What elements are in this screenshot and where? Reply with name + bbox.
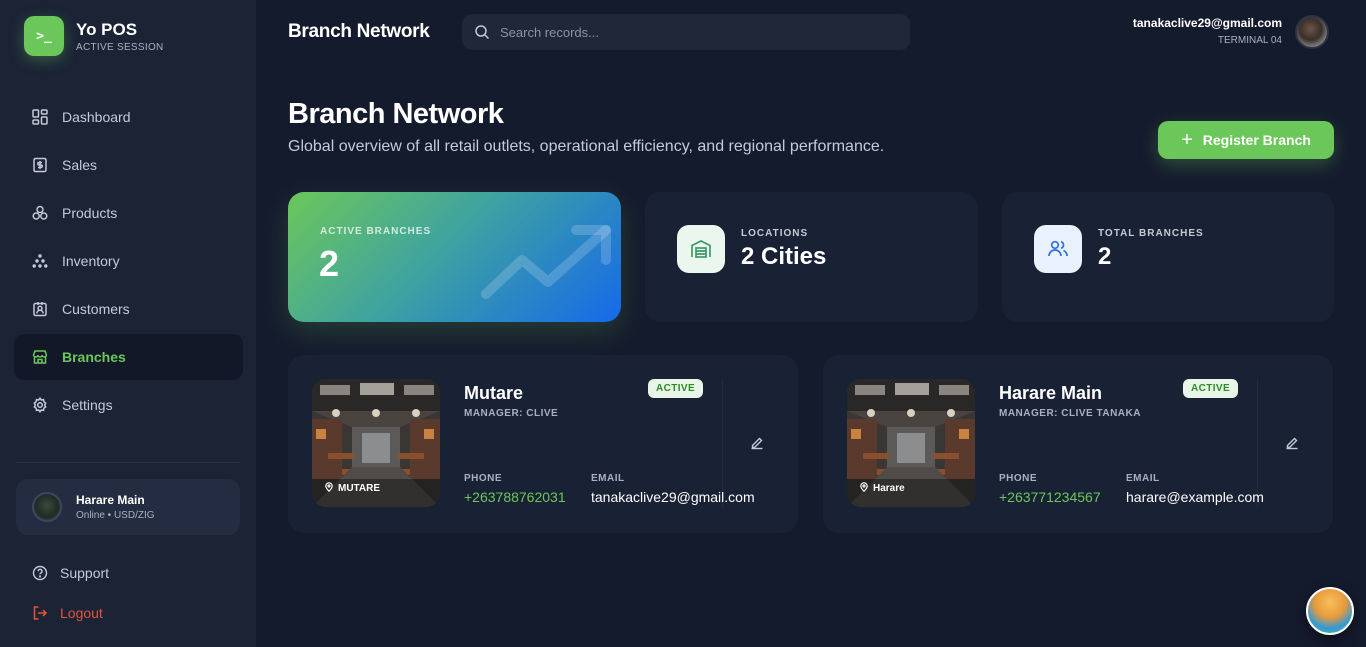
- branch-card-harare-main[interactable]: Harare Harare Main MANAGER: CLIVE TANAKA…: [823, 355, 1333, 533]
- sidebar-item-inventory[interactable]: Inventory: [14, 238, 243, 284]
- card-divider: [1257, 379, 1258, 507]
- sidebar-item-branches[interactable]: Branches: [14, 334, 243, 380]
- user-info[interactable]: tanakaclive29@gmail.com TERMINAL 04: [1133, 16, 1282, 46]
- phone-value[interactable]: +263788762031: [464, 489, 566, 505]
- register-branch-label: Register Branch: [1202, 132, 1311, 148]
- search-input[interactable]: [500, 24, 880, 40]
- header-title: Branch Network: [288, 21, 430, 42]
- register-branch-button[interactable]: + Register Branch: [1158, 121, 1334, 159]
- map-pin-icon: [859, 482, 869, 495]
- page-subtitle: Global overview of all retail outlets, o…: [288, 138, 885, 155]
- logout-label: Logout: [60, 605, 103, 621]
- active-branches-card: ACTIVE BRANCHES 2: [288, 192, 621, 322]
- cubes-icon: [31, 204, 49, 222]
- branch-manager: MANAGER: CLIVE: [464, 408, 559, 419]
- status-badge: ACTIVE: [648, 379, 704, 398]
- stat-value: 2 Cities: [741, 243, 827, 270]
- photo-location-tag: MUTARE: [324, 482, 380, 495]
- email-label: EMAIL: [591, 473, 625, 484]
- edit-icon[interactable]: [749, 435, 765, 451]
- user-email: tanakaclive29@gmail.com: [1132, 16, 1282, 30]
- total-branches-card: TOTAL BRANCHES 2: [1002, 192, 1334, 322]
- stat-value: 2: [1098, 243, 1112, 270]
- search-icon: [474, 24, 490, 40]
- users-icon: [1034, 225, 1082, 273]
- sidebar-nav: Dashboard Sales Products Inventory Custo…: [14, 94, 243, 430]
- page-title: Branch Network: [288, 98, 504, 130]
- user-avatar[interactable]: [1295, 15, 1329, 49]
- sidebar-item-label: Sales: [62, 157, 98, 173]
- photo-tag-text: Harare: [873, 483, 905, 494]
- sidebar-item-label: Settings: [62, 397, 113, 413]
- brand-name: Yo POS: [76, 19, 138, 39]
- branch-name: Harare Main: [999, 383, 1103, 403]
- sidebar-item-label: Products: [62, 205, 118, 221]
- logout-icon: [32, 605, 48, 621]
- store-status: Online • USD/ZIG: [76, 510, 155, 521]
- stat-label: ACTIVE BRANCHES: [320, 226, 432, 237]
- sidebar-item-customers[interactable]: Customers: [14, 286, 243, 332]
- sidebar-item-sales[interactable]: Sales: [14, 142, 243, 188]
- store-icon: [31, 348, 49, 366]
- email-value[interactable]: harare@example.com: [1126, 489, 1264, 505]
- locations-card: LOCATIONS 2 Cities: [645, 192, 978, 322]
- sidebar-item-label: Inventory: [62, 253, 120, 269]
- trend-up-icon: [481, 225, 611, 299]
- branch-manager: MANAGER: CLIVE TANAKA: [999, 408, 1141, 419]
- sidebar-item-label: Dashboard: [62, 109, 131, 125]
- plus-icon: +: [1181, 129, 1193, 151]
- terminal-logo-icon: >_: [24, 16, 64, 56]
- sidebar-item-products[interactable]: Products: [14, 190, 243, 236]
- brand[interactable]: >_ Yo POS ACTIVE SESSION: [24, 16, 164, 56]
- map-pin-icon: [324, 482, 334, 495]
- sidebar-item-settings[interactable]: Settings: [14, 382, 243, 428]
- sidebar-item-dashboard[interactable]: Dashboard: [14, 94, 243, 140]
- warehouse-icon: [677, 225, 725, 273]
- branch-photo: MUTARE: [312, 379, 440, 507]
- sidebar: >_ Yo POS ACTIVE SESSION Dashboard Sales…: [0, 0, 256, 647]
- stat-label: LOCATIONS: [741, 228, 809, 239]
- stat-value: 2: [319, 243, 340, 284]
- sidebar-item-label: Branches: [62, 349, 126, 365]
- branch-name: Mutare: [464, 383, 524, 403]
- help-circle-icon: [32, 565, 48, 581]
- grid-icon: [31, 108, 49, 126]
- sidebar-item-label: Customers: [62, 301, 130, 317]
- status-badge: ACTIVE: [1183, 379, 1239, 398]
- card-divider: [722, 379, 723, 507]
- support-link[interactable]: Support: [32, 565, 109, 581]
- boxes-icon: [31, 252, 49, 270]
- email-label: EMAIL: [1126, 473, 1160, 484]
- email-value[interactable]: tanakaclive29@gmail.com: [591, 489, 755, 505]
- logout-link[interactable]: Logout: [32, 605, 103, 621]
- id-badge-icon: [31, 300, 49, 318]
- stat-label: TOTAL BRANCHES: [1098, 228, 1204, 239]
- search-bar[interactable]: [462, 14, 910, 50]
- branch-card-mutare[interactable]: MUTARE Mutare MANAGER: CLIVE ACTIVE PHON…: [288, 355, 798, 533]
- current-store-card[interactable]: Harare Main Online • USD/ZIG: [16, 479, 240, 535]
- support-label: Support: [60, 565, 110, 581]
- branch-photo: Harare: [847, 379, 975, 507]
- phone-value[interactable]: +263771234567: [999, 489, 1101, 505]
- sidebar-divider: [16, 462, 240, 463]
- terminal-label: TERMINAL 04: [1217, 35, 1282, 46]
- photo-location-tag: Harare: [859, 482, 905, 495]
- store-avatar: [32, 492, 62, 522]
- brand-subtitle: ACTIVE SESSION: [76, 41, 164, 53]
- phone-label: PHONE: [464, 473, 503, 484]
- phone-label: PHONE: [999, 473, 1038, 484]
- edit-icon[interactable]: [1284, 435, 1300, 451]
- gear-icon: [31, 396, 49, 414]
- receipt-icon: [31, 156, 49, 174]
- store-name: Harare Main: [76, 493, 145, 507]
- photo-tag-text: MUTARE: [338, 483, 381, 494]
- floating-assistant-button[interactable]: [1306, 587, 1354, 635]
